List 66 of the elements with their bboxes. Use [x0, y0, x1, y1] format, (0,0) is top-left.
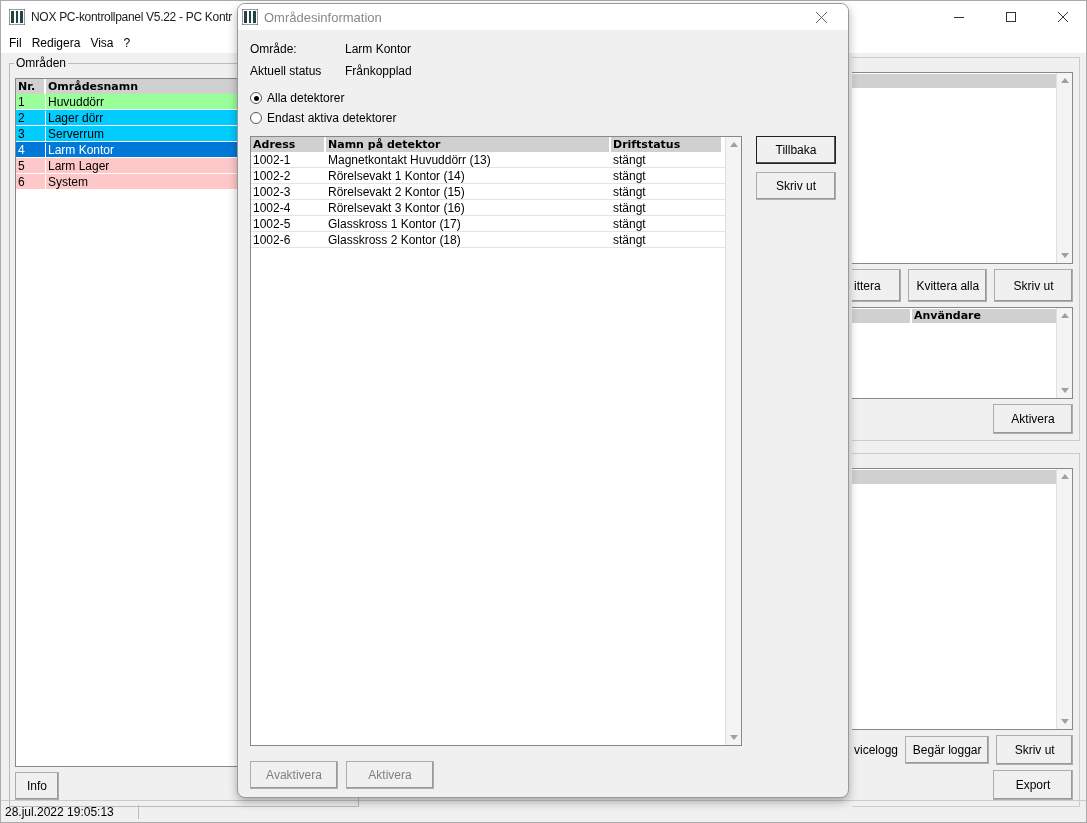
status-datetime: 28.jul.2022 19:05:13: [1, 804, 139, 819]
button[interactable]: ittera: [852, 269, 902, 302]
scroll-down-arrow-icon[interactable]: [1060, 719, 1069, 724]
window-title: NOX PC-kontrollpanel V5.22 - PC Kontr: [31, 10, 232, 24]
scrollbar[interactable]: [1056, 308, 1072, 398]
radio-label[interactable]: Alla detektorer: [267, 91, 345, 105]
minimize-icon[interactable]: [954, 16, 964, 18]
table-cell: 1002-4: [251, 200, 326, 215]
table-cell: 1002-5: [251, 216, 326, 231]
table-cell: Magnetkontakt Huvuddörr (13): [326, 152, 611, 167]
app-logo-icon: [9, 9, 25, 25]
scrollbar[interactable]: [1056, 469, 1072, 729]
column-header[interactable]: Nr.: [16, 79, 46, 94]
scroll-down-arrow-icon[interactable]: [1060, 253, 1069, 258]
group-label: Områden: [14, 56, 69, 70]
table-cell: stängt: [611, 168, 723, 183]
maximize-icon[interactable]: [1006, 12, 1016, 22]
scroll-down-arrow-icon[interactable]: [729, 735, 738, 740]
table-cell: 1002-3: [251, 184, 326, 199]
app-logo-icon: [242, 9, 258, 25]
activate-button[interactable]: Aktivera: [993, 404, 1073, 434]
close-icon[interactable]: [1058, 12, 1068, 22]
menu-item[interactable]: Redigera: [27, 36, 87, 50]
field-value: Larm Kontor: [345, 42, 413, 56]
field-label: Aktuell status: [250, 64, 323, 78]
info-button[interactable]: Info: [15, 772, 59, 800]
export-button[interactable]: Export: [993, 770, 1073, 800]
table-cell: 1002-6: [251, 232, 326, 247]
table-cell: stängt: [611, 152, 723, 167]
dialog-title: Områdesinformation: [264, 9, 383, 25]
scroll-down-arrow-icon[interactable]: [1060, 388, 1069, 393]
close-icon[interactable]: [815, 11, 827, 23]
radio-button[interactable]: [250, 92, 262, 104]
menu-item[interactable]: ?: [119, 36, 137, 50]
scrollbar[interactable]: [725, 137, 741, 745]
table-cell: 1002-2: [251, 168, 326, 183]
menu-item[interactable]: Visa: [86, 36, 120, 50]
table-cell: stängt: [611, 216, 723, 231]
scroll-up-arrow-icon[interactable]: [1060, 78, 1069, 83]
scroll-up-arrow-icon[interactable]: [729, 142, 738, 147]
menu-item[interactable]: Fil: [5, 36, 28, 50]
table-cell: Glasskross 2 Kontor (18): [326, 232, 611, 247]
button[interactable]: Tillbaka: [756, 136, 836, 164]
request-logs-button[interactable]: Begär loggar: [905, 736, 990, 764]
column-header[interactable]: Adress: [251, 137, 326, 152]
column-header[interactable]: Namn på detektor: [326, 137, 611, 152]
table-cell: Rörelsevakt 2 Kontor (15): [326, 184, 611, 199]
table-cell: Rörelsevakt 3 Kontor (16): [326, 200, 611, 215]
table-cell: 1002-1: [251, 152, 326, 167]
table-cell: stängt: [611, 184, 723, 199]
button[interactable]: Skriv ut: [994, 269, 1073, 302]
column-header[interactable]: Driftstatus: [611, 137, 723, 152]
button[interactable]: Skriv ut: [756, 172, 836, 200]
table-cell: stängt: [611, 200, 723, 215]
field-label: Område:: [250, 42, 298, 56]
table-cell: Rörelsevakt 1 Kontor (14): [326, 168, 611, 183]
service-log-label: vicelogg: [853, 743, 899, 757]
scroll-up-arrow-icon[interactable]: [1060, 474, 1069, 479]
field-value: Frånkopplad: [345, 64, 413, 78]
radio-button[interactable]: [250, 112, 262, 124]
print-button[interactable]: Skriv ut: [996, 735, 1073, 765]
scroll-up-arrow-icon[interactable]: [1060, 313, 1069, 318]
table-cell: stängt: [611, 232, 723, 247]
button[interactable]: Kvittera alla: [908, 269, 988, 302]
scrollbar[interactable]: [1056, 73, 1072, 263]
table-cell: Glasskross 1 Kontor (17): [326, 216, 611, 231]
